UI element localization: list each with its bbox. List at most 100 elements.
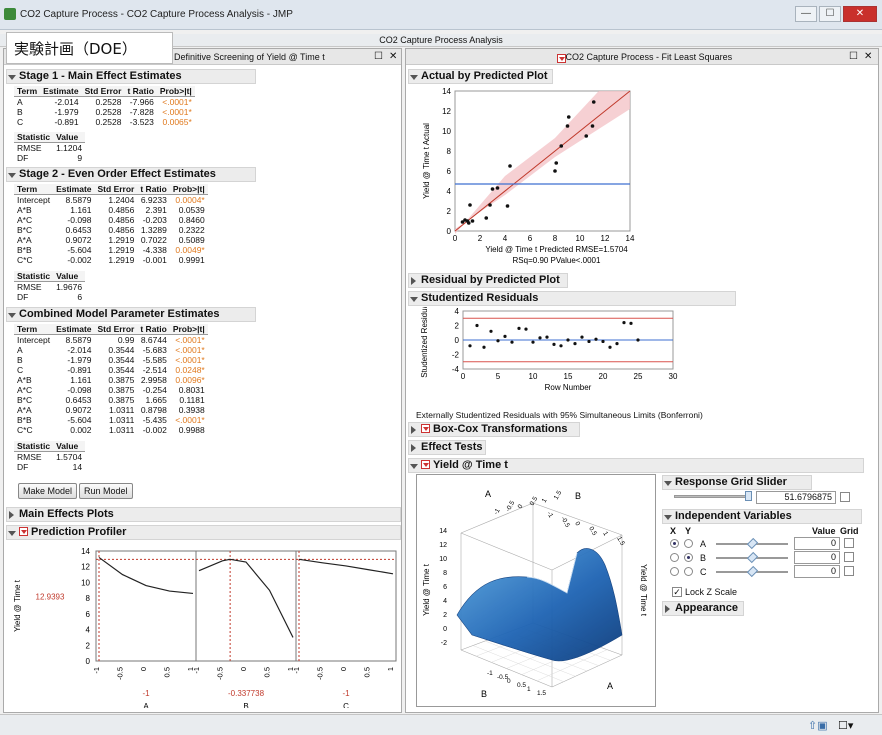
appearance-header[interactable]: Appearance bbox=[662, 601, 744, 616]
var-value-input[interactable]: 0 bbox=[794, 551, 840, 564]
disclosure-open-icon[interactable] bbox=[410, 297, 418, 306]
var-value-input[interactable]: 0 bbox=[794, 565, 840, 578]
var-slider-thumb[interactable] bbox=[746, 551, 759, 564]
yield-header[interactable]: Yield @ Time t bbox=[408, 458, 864, 473]
yield-title: Yield @ Time t bbox=[433, 459, 508, 471]
data-point bbox=[573, 342, 577, 346]
red-menu-triangle-icon[interactable] bbox=[421, 460, 430, 469]
red-menu-triangle-icon[interactable] bbox=[557, 54, 566, 63]
var-grid-checkbox[interactable] bbox=[844, 538, 854, 548]
var-value-input[interactable]: 0 bbox=[794, 537, 840, 550]
lock-z-checkbox[interactable]: ✓ bbox=[672, 587, 682, 597]
indep-title: Independent Variables bbox=[675, 510, 792, 522]
table-cell: 0.9072 bbox=[65, 235, 92, 245]
y-radio[interactable] bbox=[684, 539, 693, 548]
stage1-title: Stage 1 - Main Effect Estimates bbox=[19, 70, 182, 82]
x-radio[interactable] bbox=[670, 539, 679, 548]
table-row: B -1.979 0.3544 -5.585 <.0001* bbox=[14, 355, 208, 365]
x-radio[interactable] bbox=[670, 567, 679, 576]
surface-plot[interactable]: 14121086420-2Yield @ Time t Yield @ Time … bbox=[417, 475, 655, 706]
disclosure-open-icon[interactable] bbox=[8, 313, 16, 322]
x-radio[interactable] bbox=[670, 553, 679, 562]
window-list-icon[interactable]: ☐▾ bbox=[838, 719, 853, 732]
boxcox-header[interactable]: Box-Cox Transformations bbox=[408, 422, 580, 437]
table-row: A*C -0.098 0.4856 -0.203 0.8460 bbox=[14, 215, 208, 225]
x-tick-label: 0.5 bbox=[263, 667, 272, 677]
disclosure-closed-icon[interactable] bbox=[411, 426, 416, 434]
effect-tests-header[interactable]: Effect Tests bbox=[408, 440, 486, 455]
table-cell: 0.0004* bbox=[175, 195, 205, 205]
run-model-button[interactable]: Run Model bbox=[79, 483, 133, 499]
grid-slider-thumb[interactable] bbox=[745, 491, 752, 501]
grid-slider-checkbox[interactable] bbox=[840, 492, 850, 502]
disclosure-open-icon[interactable] bbox=[410, 75, 418, 84]
residual-pred-header[interactable]: Residual by Predicted Plot bbox=[408, 273, 568, 288]
box-edge bbox=[460, 532, 553, 571]
table-cell: 0.3544 bbox=[108, 345, 135, 355]
disclosure-closed-icon[interactable] bbox=[665, 605, 670, 613]
stage2-header[interactable]: Stage 2 - Even Order Effect Estimates bbox=[6, 167, 256, 182]
data-point bbox=[590, 124, 595, 128]
red-menu-triangle-icon[interactable] bbox=[421, 424, 430, 433]
data-point bbox=[470, 219, 475, 223]
data-point bbox=[636, 338, 640, 342]
stage1-header[interactable]: Stage 1 - Main Effect Estimates bbox=[6, 69, 256, 84]
table-cell: -0.001 bbox=[142, 255, 167, 265]
y-radio[interactable] bbox=[684, 553, 693, 562]
avp-header[interactable]: Actual by Predicted Plot bbox=[408, 69, 553, 84]
stud-header[interactable]: Studentized Residuals bbox=[408, 291, 736, 306]
z-tick-label: 12 bbox=[439, 542, 447, 549]
disclosure-open-icon[interactable] bbox=[410, 464, 418, 473]
combined-header[interactable]: Combined Model Parameter Estimates bbox=[6, 307, 256, 322]
var-grid-checkbox[interactable] bbox=[844, 552, 854, 562]
data-point bbox=[552, 342, 556, 346]
right-tab[interactable]: CO2 Capture Process - Fit Least Squares … bbox=[406, 49, 878, 65]
red-menu-triangle-icon[interactable] bbox=[19, 527, 28, 536]
close-button[interactable]: ✕ bbox=[843, 6, 877, 22]
disclosure-open-icon[interactable] bbox=[8, 173, 16, 182]
var-grid-checkbox[interactable] bbox=[844, 566, 854, 576]
main-effects-header[interactable]: Main Effects Plots bbox=[6, 507, 401, 522]
disclosure-closed-icon[interactable] bbox=[9, 511, 14, 519]
disclosure-open-icon[interactable] bbox=[8, 531, 16, 540]
grid-slider-track[interactable] bbox=[674, 495, 749, 498]
pane-restore-icon[interactable]: ☐ bbox=[849, 49, 858, 65]
var-slider-thumb[interactable] bbox=[746, 537, 759, 550]
table-cell: 1.5704 bbox=[56, 452, 83, 462]
data-point bbox=[468, 344, 472, 348]
make-model-button[interactable]: Make Model bbox=[18, 483, 78, 499]
col-grid-label: Grid bbox=[840, 526, 859, 536]
x-tick-label: 5 bbox=[496, 372, 501, 381]
x-tick-label-bottom: 0 bbox=[507, 678, 511, 685]
profiler-header[interactable]: Prediction Profiler bbox=[6, 525, 401, 540]
data-point bbox=[482, 345, 486, 349]
pane-close-icon[interactable]: ✕ bbox=[389, 49, 397, 65]
disclosure-open-icon[interactable] bbox=[664, 481, 672, 490]
disclosure-closed-icon[interactable] bbox=[411, 277, 416, 285]
stage2-table: Term Estimate Std Error t Ratio Prob>|t| Inte… bbox=[14, 184, 208, 265]
minimize-button[interactable]: — bbox=[795, 6, 817, 22]
pane-restore-icon[interactable]: ☐ bbox=[374, 49, 383, 65]
pane-close-icon[interactable]: ✕ bbox=[864, 49, 872, 65]
table-cell: 2.391 bbox=[145, 205, 167, 215]
disclosure-open-icon[interactable] bbox=[664, 515, 672, 524]
table-cell: 0.4856 bbox=[108, 205, 135, 215]
y-tick-label: 12 bbox=[442, 107, 451, 116]
indep-header[interactable]: Independent Variables bbox=[662, 509, 862, 524]
table-cell: 0.9988 bbox=[178, 425, 205, 435]
grid-slider-header[interactable]: Response Grid Slider bbox=[662, 475, 812, 490]
var-slider-thumb[interactable] bbox=[746, 565, 759, 578]
grid-slider-input[interactable]: 51.6796875 bbox=[756, 491, 836, 504]
y-tick-label: 6 bbox=[86, 610, 91, 619]
table-cell: C*C bbox=[17, 255, 33, 265]
report-nav-icon[interactable]: ⇧▣ bbox=[808, 719, 828, 732]
data-point bbox=[565, 124, 570, 128]
x-tick-label-top: 1.5 bbox=[553, 489, 564, 501]
y-radio[interactable] bbox=[684, 567, 693, 576]
maximize-button[interactable]: ☐ bbox=[819, 6, 841, 22]
y-axis-label: Yield @ Time t Actual bbox=[422, 123, 431, 199]
disclosure-closed-icon[interactable] bbox=[411, 444, 416, 452]
surface-plot-frame[interactable]: 14 12 10 8 6 4 2 0 -2 Yield @ Time t Yield @ Time … bbox=[416, 474, 656, 707]
y-tick-label: 14 bbox=[81, 547, 90, 556]
disclosure-open-icon[interactable] bbox=[8, 75, 16, 84]
